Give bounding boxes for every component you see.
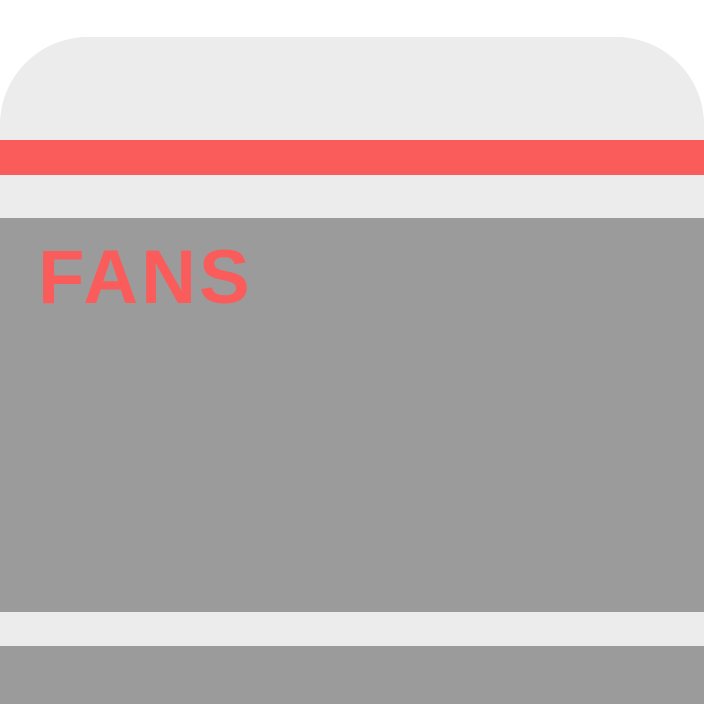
bottom-panel bbox=[0, 646, 704, 704]
app-icon: FANS bbox=[0, 0, 704, 704]
panel-title: FANS bbox=[38, 235, 253, 320]
separator-band bbox=[0, 612, 704, 646]
header-band bbox=[0, 37, 704, 140]
icon-card: FANS bbox=[0, 37, 704, 704]
content-panel: FANS bbox=[0, 218, 704, 612]
accent-stripe bbox=[0, 140, 704, 175]
divider-band bbox=[0, 175, 704, 218]
